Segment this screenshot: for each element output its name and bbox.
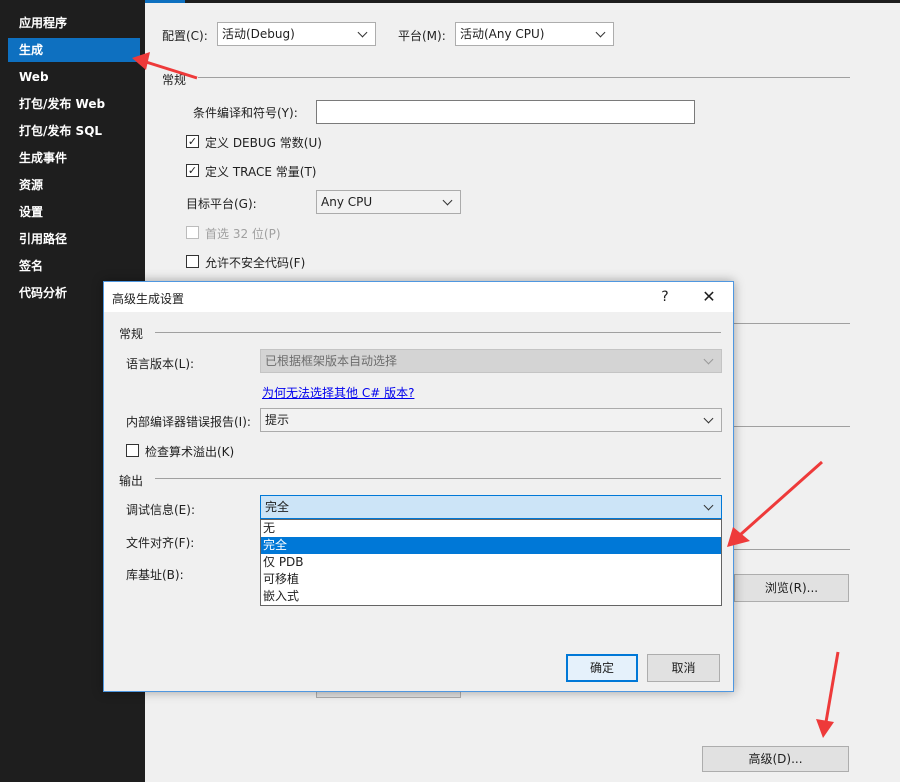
annotation-arrow [727, 460, 823, 547]
annotation-arrows [132, 52, 840, 738]
annotation-arrow [132, 52, 198, 80]
annotation-arrow [816, 651, 840, 738]
